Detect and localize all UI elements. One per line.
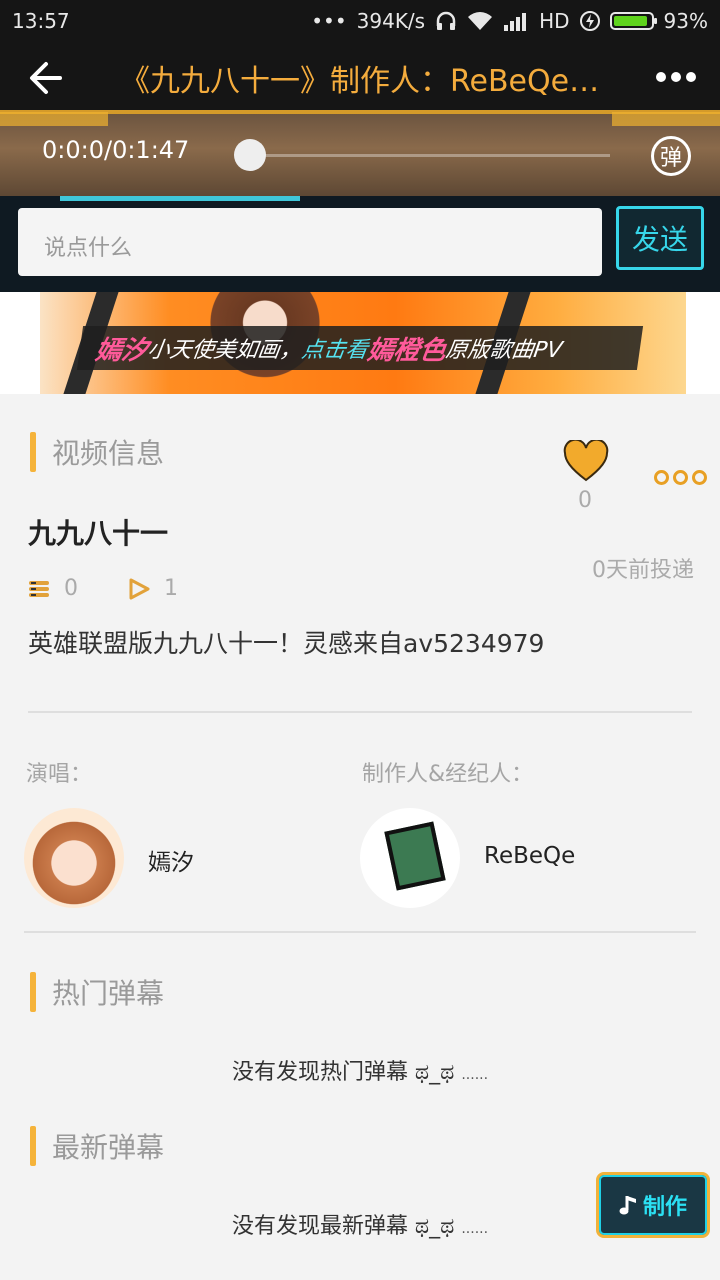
video-description: 英雄联盟版九九八十一！灵感来自av5234979: [28, 629, 545, 658]
battery-level: [613, 16, 648, 26]
singer-name[interactable]: 嫣汐: [148, 843, 194, 877]
section-accent-bar: [30, 1126, 36, 1166]
hot-danmaku-empty: 没有发现热门弹幕 ಥ_ಥ ......: [0, 1054, 720, 1086]
play-count-stat: 1: [128, 576, 178, 601]
menu-dot-icon: [654, 470, 669, 485]
status-time: 13:57: [12, 9, 70, 33]
hot-danmaku-header: 热门弹幕: [30, 972, 164, 1012]
danmaku-count-stat: 0: [28, 576, 78, 601]
latest-danmaku-title: 最新弹幕: [52, 1131, 165, 1164]
charging-icon: [579, 11, 600, 31]
back-button[interactable]: [22, 56, 70, 100]
make-button-label: 制作: [642, 1195, 687, 1220]
make-button[interactable]: 制作: [596, 1172, 710, 1238]
status-bar: 13:57 ••• 394K/s HD 93%: [0, 0, 720, 42]
status-indicators: ••• 394K/s HD 93%: [311, 9, 708, 33]
back-arrow-icon: [30, 62, 62, 94]
seek-handle[interactable]: [234, 139, 266, 171]
network-type: HD: [539, 9, 570, 33]
headphones-icon: [436, 11, 456, 30]
video-info-title: 视频信息: [52, 437, 165, 470]
like-button[interactable]: [562, 438, 610, 484]
danmaku-toggle-button[interactable]: 弹: [644, 132, 698, 180]
title-bar: 《九九八十一》制作人：ReBeQe ...: [0, 42, 720, 116]
banner-text-2: 点击看: [299, 338, 370, 363]
more-dot-icon: [686, 72, 696, 82]
comment-bar: 说点什么 发送: [0, 196, 720, 295]
menu-dot-icon: [673, 470, 688, 485]
promo-banner[interactable]: 嫣汐 小天使美如画， 点击看 嫣橙色 原版歌曲PV: [0, 292, 720, 394]
play-count: 1: [164, 576, 178, 601]
video-info-header: 视频信息: [30, 432, 164, 472]
playback-time: 0:0:0/0:1:47: [42, 136, 190, 164]
danmaku-icon: 弹: [651, 136, 691, 176]
post-time: 0天前投递: [592, 558, 694, 583]
singer-avatar[interactable]: [24, 808, 124, 908]
producer-name[interactable]: ReBeQe: [484, 843, 575, 869]
section-accent-bar: [30, 972, 36, 1012]
divider: [24, 931, 696, 933]
producer-avatar[interactable]: [360, 808, 460, 908]
play-icon: [129, 578, 150, 599]
hot-danmaku-title: 热门弹幕: [52, 977, 165, 1010]
menu-dot-icon: [692, 470, 707, 485]
video-title: 九九八十一: [28, 517, 169, 550]
section-accent-bar: [30, 432, 36, 472]
banner-text-1: 小天使美如画，: [145, 338, 304, 363]
seek-track[interactable]: [250, 154, 610, 157]
battery-icon: [609, 12, 657, 30]
producer-avatar-image: [384, 821, 446, 891]
signal-icon: [504, 13, 527, 31]
danmaku-toggle-label: 弹: [659, 146, 682, 171]
latest-danmaku-header: 最新弹幕: [30, 1126, 164, 1166]
music-note-icon: [619, 1196, 636, 1215]
video-menu-button[interactable]: [654, 470, 707, 485]
network-speed: 394K/s: [356, 9, 426, 33]
like-count: 0: [578, 488, 592, 513]
status-dots: •••: [311, 9, 347, 33]
divider: [28, 711, 692, 713]
singer-label: 演唱：: [26, 762, 93, 787]
page-title: 《九九八十一》制作人：ReBeQe ...: [120, 64, 600, 99]
hot-danmaku-empty-text: 没有发现热门弹幕 ಥ_ಥ: [231, 1060, 455, 1085]
send-button[interactable]: 发送: [616, 206, 704, 270]
latest-danmaku-ellipsis: ......: [461, 1221, 489, 1237]
banner-text-3: 原版歌曲PV: [443, 338, 564, 363]
battery-percent: 93%: [663, 9, 708, 33]
banner-name-1: 嫣汐: [93, 335, 150, 366]
more-options-button[interactable]: [654, 62, 698, 92]
video-player[interactable]: 0:0:0/0:1:47 弹: [0, 110, 720, 200]
danmaku-list-icon: [29, 580, 49, 597]
wifi-icon: [468, 12, 493, 30]
heart-icon: [563, 438, 609, 482]
comment-input[interactable]: 说点什么: [18, 208, 602, 276]
banner-caption: 嫣汐 小天使美如画， 点击看 嫣橙色 原版歌曲PV: [76, 326, 644, 370]
danmaku-count: 0: [64, 576, 78, 601]
more-dot-icon: [671, 72, 681, 82]
producer-label: 制作人&经纪人：: [362, 762, 534, 787]
latest-danmaku-empty-text: 没有发现最新弹幕 ಥ_ಥ: [231, 1214, 455, 1239]
banner-name-2: 嫣橙色: [365, 335, 448, 366]
hot-danmaku-ellipsis: ......: [461, 1067, 489, 1083]
more-dot-icon: [656, 72, 666, 82]
